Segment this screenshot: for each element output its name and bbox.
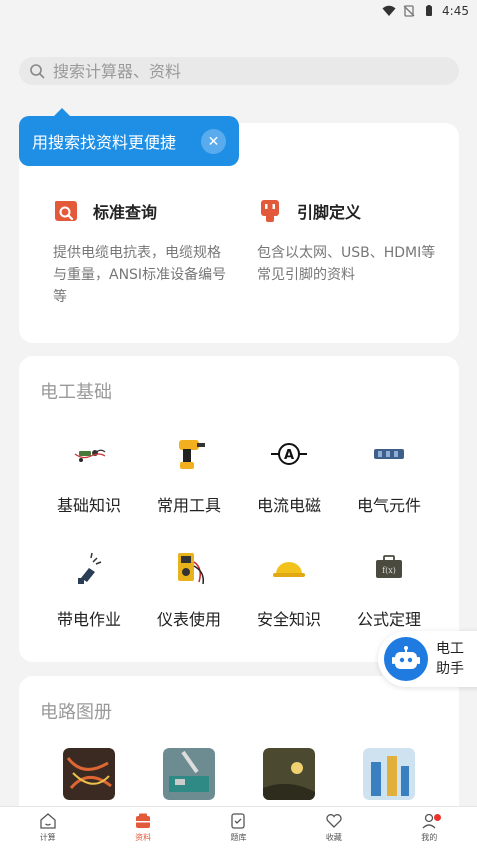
pcb-photo[interactable] <box>163 748 215 800</box>
grid-item-electrical-components[interactable]: 电气元件 <box>339 434 439 516</box>
search-icon <box>30 64 45 79</box>
tooltip-text: 用搜索找资料更便捷 <box>32 133 177 152</box>
svg-text:A: A <box>284 448 294 463</box>
search-doc-icon <box>55 201 77 221</box>
section-title: 电路图册 <box>40 702 112 723</box>
assistant-label-line1: 电工 <box>436 641 464 657</box>
component-icon <box>374 449 404 459</box>
drill-icon <box>179 440 205 469</box>
search-bar[interactable] <box>19 57 459 85</box>
tab-label: 资料 <box>135 833 152 842</box>
grid-item-label: 仪表使用 <box>156 610 221 629</box>
grid-item-common-tools[interactable]: 常用工具 <box>139 434 239 516</box>
home-icon <box>40 813 56 829</box>
plant-photo[interactable] <box>363 748 415 800</box>
grid-item-label: 电气元件 <box>356 496 421 515</box>
no-sim-icon <box>403 5 415 17</box>
feature-desc: 包含以太网、USB、HDMI等常见引脚的资料 <box>257 245 436 283</box>
grid-item-label: 电流电磁 <box>256 496 321 515</box>
wiring-photo[interactable] <box>63 748 115 800</box>
live-work-icon <box>78 552 102 584</box>
ammeter-icon: A <box>271 443 307 465</box>
battery-icon <box>426 5 433 16</box>
tab-label: 题库 <box>230 833 247 842</box>
wifi-icon <box>382 5 396 16</box>
grid-item-meter-usage[interactable]: 仪表使用 <box>139 548 239 630</box>
grid-item-label: 带电作业 <box>56 610 121 629</box>
quiz-icon <box>231 813 246 829</box>
grid-item-safety-knowledge[interactable]: 安全知识 <box>239 548 339 630</box>
tab-label: 收藏 <box>325 833 342 842</box>
close-icon[interactable]: ✕ <box>201 129 226 154</box>
welding-photo[interactable] <box>263 748 315 800</box>
feature-standard-query[interactable]: 标准查询 提供电缆电抗表，电缆规格与重量，ANSI标准设备编号等 <box>53 198 233 308</box>
heart-icon <box>326 814 342 828</box>
feature-title: 引脚定义 <box>297 203 362 222</box>
tab-label: 计算 <box>39 833 56 842</box>
folder-icon <box>136 813 151 828</box>
formula-case-icon: f(x) <box>376 555 402 578</box>
feature-title: 标准查询 <box>93 203 158 222</box>
robot-icon <box>384 637 428 681</box>
tab-label: 我的 <box>421 833 438 842</box>
feature-desc: 提供电缆电抗表，电缆规格与重量，ANSI标准设备编号等 <box>53 245 227 305</box>
helmet-icon <box>273 562 305 577</box>
grid-item-basic-knowledge[interactable]: 基础知识 <box>39 434 139 516</box>
feature-pin-definition[interactable]: 引脚定义 包含以太网、USB、HDMI等常见引脚的资料 <box>257 198 437 286</box>
svg-text:f(x): f(x) <box>382 566 396 575</box>
status-bar: 4:45 <box>0 0 477 22</box>
grid-item-current-magnetism[interactable]: A 电流电磁 <box>239 434 339 516</box>
tab-materials[interactable]: 资料 <box>96 812 191 843</box>
tab-favorites[interactable]: 收藏 <box>286 812 381 843</box>
section-title: 电工基础 <box>40 382 112 403</box>
search-input[interactable] <box>53 61 433 81</box>
bottom-nav: 计算 资料 题库 收藏 我的 <box>0 806 477 848</box>
grid-item-label: 常用工具 <box>156 496 221 515</box>
tab-calculate[interactable]: 计算 <box>0 812 95 843</box>
notification-dot <box>433 814 441 821</box>
electrical-basics-card: 电工基础 基础知识 常用工具 A 电流电磁 电气元件 带电作业 仪表使用 安全知… <box>19 356 459 662</box>
grid-item-label: 公式定理 <box>356 610 421 629</box>
grid-item-live-work[interactable]: 带电作业 <box>39 548 139 630</box>
search-tip-tooltip: 用搜索找资料更便捷 ✕ <box>19 108 239 166</box>
grid-item-label: 基础知识 <box>56 496 121 515</box>
connector-icon <box>261 200 279 222</box>
status-time: 4:45 <box>442 4 469 18</box>
electrician-assistant-button[interactable]: 电工 助手 <box>378 631 477 687</box>
tab-question-bank[interactable]: 题库 <box>191 812 286 843</box>
multimeter-icon <box>178 553 205 585</box>
tab-mine[interactable]: 我的 <box>382 812 477 843</box>
grid-item-label: 安全知识 <box>256 610 321 629</box>
grid-item-formula-theorem[interactable]: f(x) 公式定理 <box>339 548 439 630</box>
assistant-label-line2: 助手 <box>436 661 464 677</box>
basic-circuit-icon <box>74 449 106 462</box>
